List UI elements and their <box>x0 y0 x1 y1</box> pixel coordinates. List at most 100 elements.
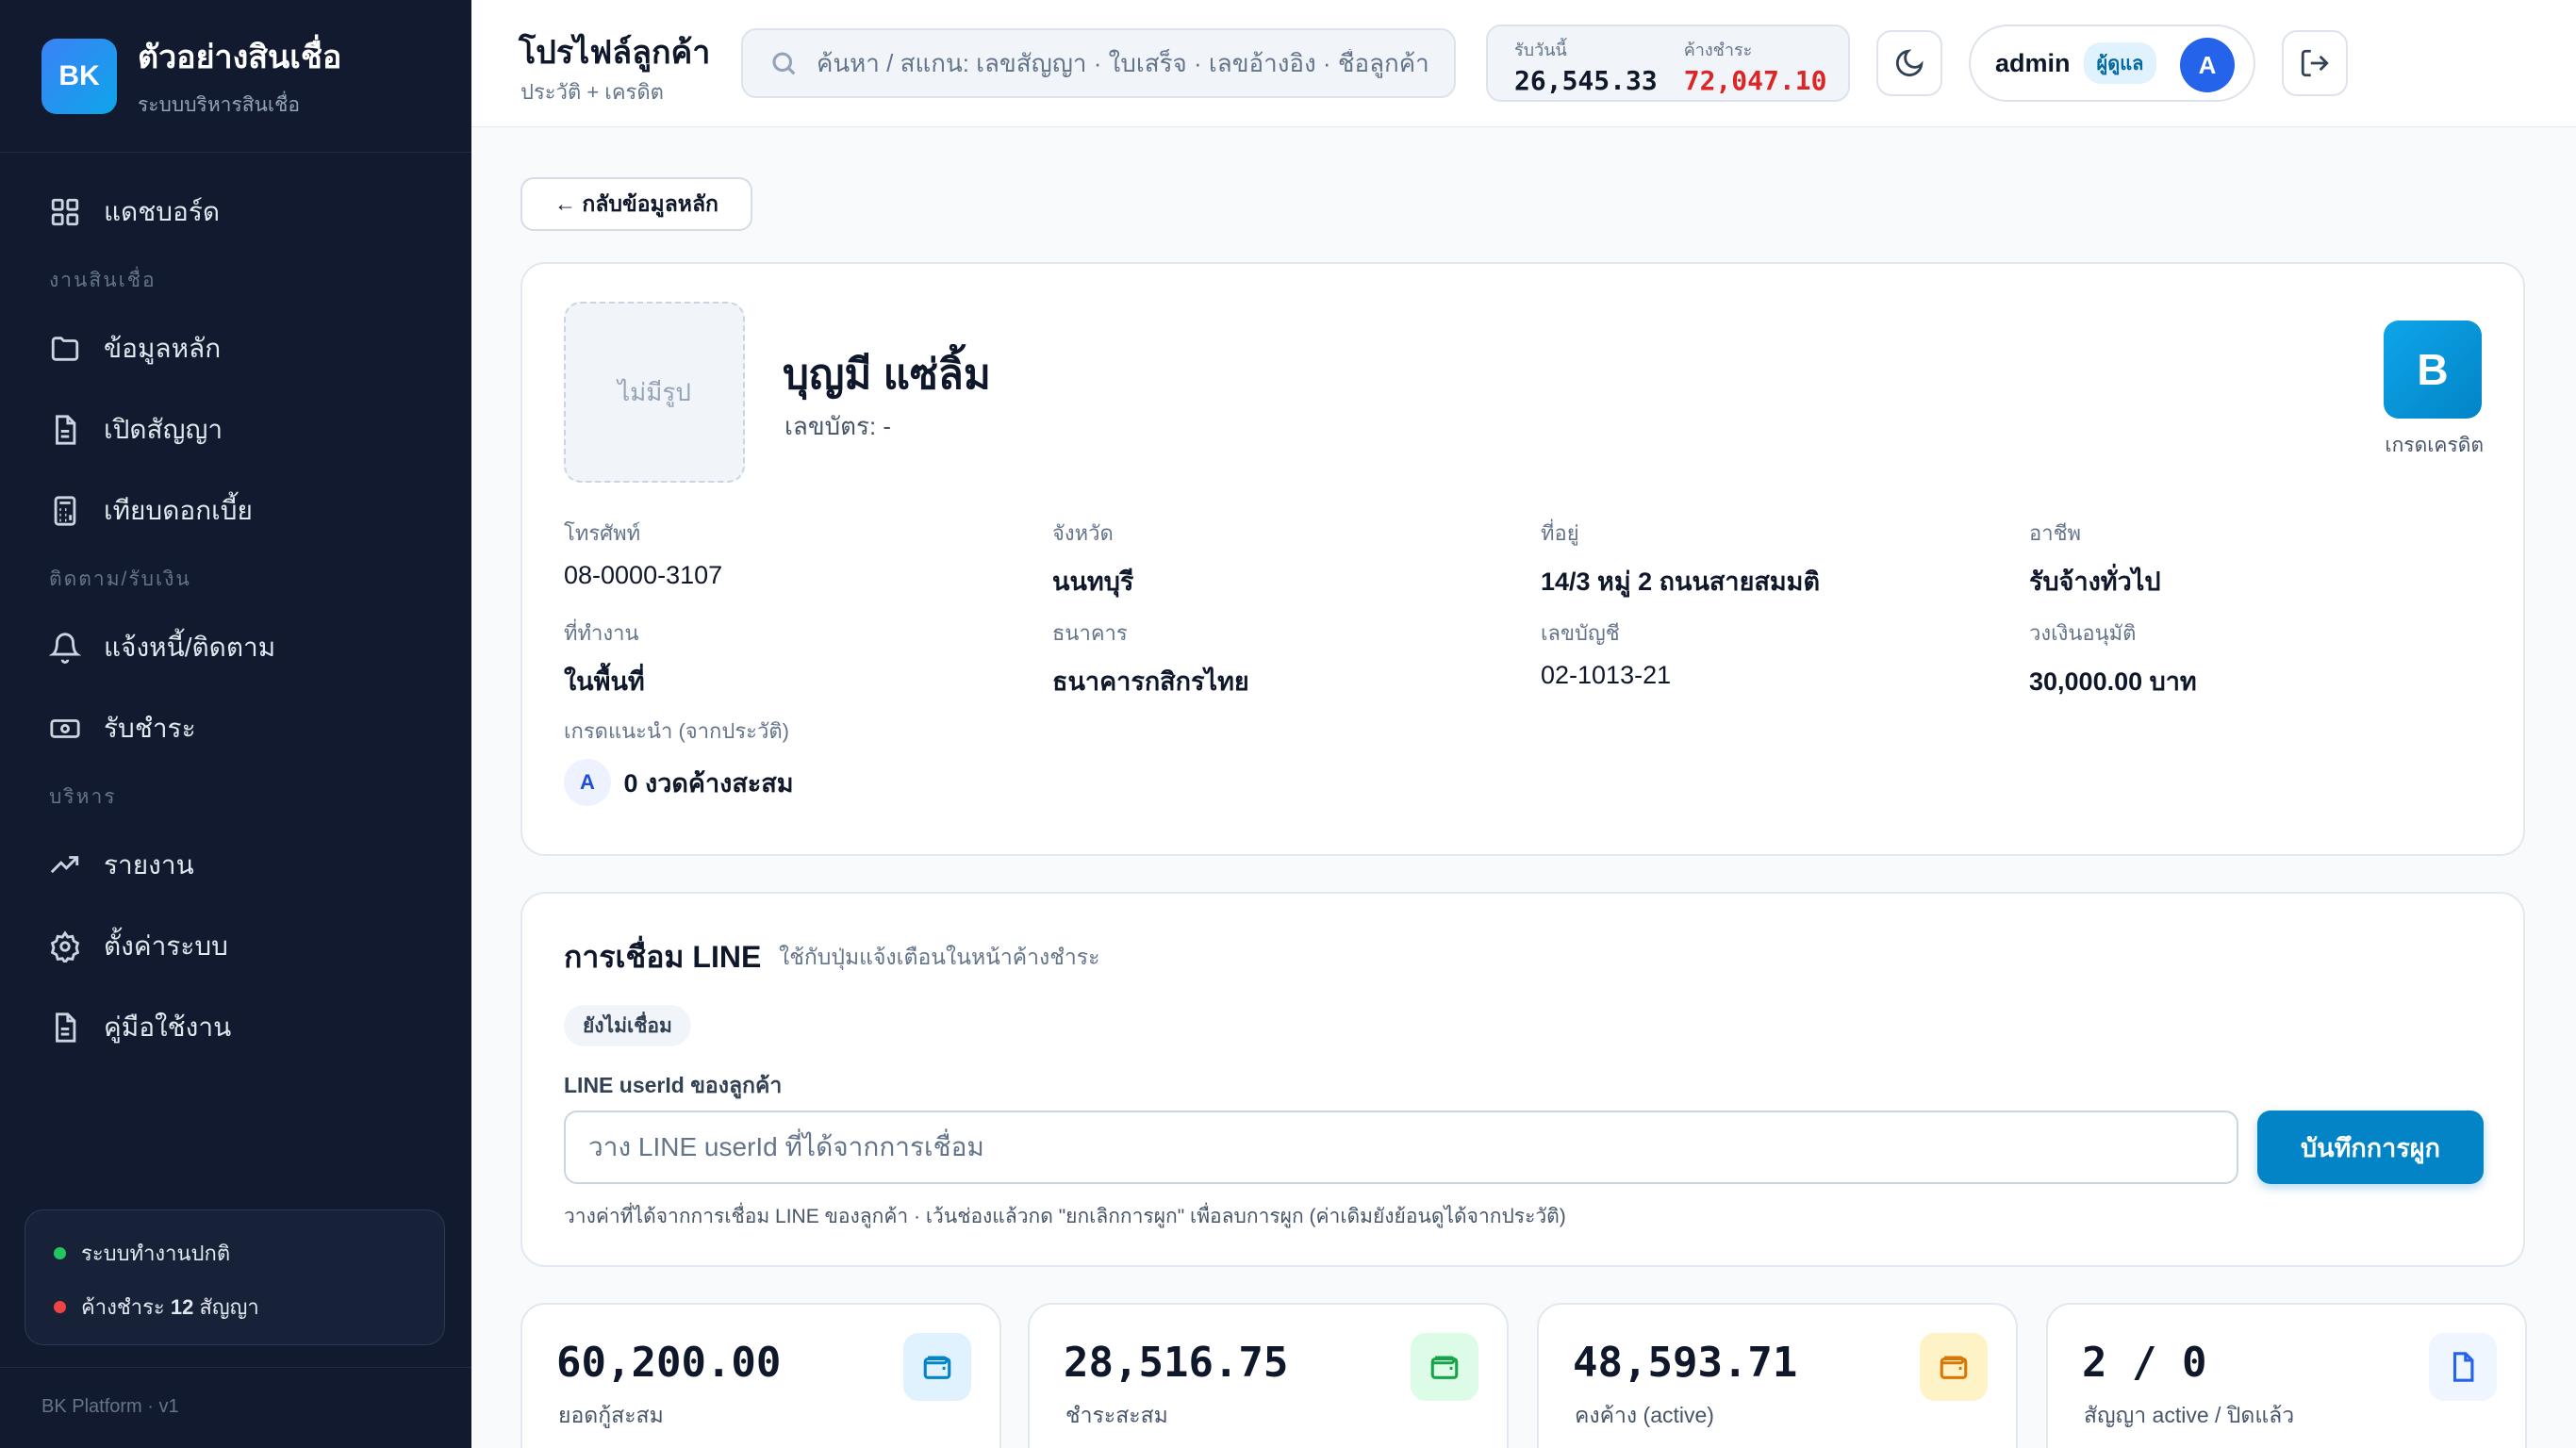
line-card-subtitle: ใช้กับปุ่มแจ้งเตือนในหน้าค้างชำระ <box>779 945 1100 969</box>
overdue-count: 12 <box>170 1294 194 1319</box>
sidebar-item-label: เปิดสัญญา <box>104 415 223 444</box>
sidebar-item-label: ตั้งค่าระบบ <box>104 931 228 961</box>
field-value: 14/3 หมู่ 2 ถนนสายสมมติ <box>1541 568 1820 596</box>
search-input[interactable] <box>817 48 1439 78</box>
status-dot-green <box>54 1247 66 1259</box>
recommended-grade-badge: A <box>564 759 611 806</box>
sidebar-item-settings[interactable]: ตั้งค่าระบบ <box>0 918 471 975</box>
field-value: 02-1013-21 <box>1541 661 1672 689</box>
brand-title: ตัวอย่างสินเชื่อ <box>138 40 342 75</box>
back-to-master-button[interactable]: ← กลับข้อมูลหลัก <box>520 177 752 231</box>
stat-value: 28,516.75 <box>1064 1339 1289 1387</box>
sidebar-item-label: แจ้งหนี้/ติดตาม <box>104 633 276 662</box>
document-icon <box>56 415 76 445</box>
gear-icon <box>50 930 80 963</box>
field-value: รับจ้างทั่วไป <box>2029 568 2161 596</box>
user-menu[interactable]: admin ผู้ดูแล A <box>1969 25 2255 102</box>
brand-subtitle: ระบบบริหารสินเชื่อ <box>138 94 300 116</box>
theme-toggle-button[interactable] <box>1876 30 1942 96</box>
line-help-text: วางค่าที่ได้จากการเชื่อม LINE ของลูกค้า … <box>564 1206 1566 1227</box>
line-status-badge: ยังไม่เชื่อม <box>564 1005 691 1046</box>
recommended-grade-label: เกรดแนะนำ (จากประวัติ) <box>564 719 789 743</box>
sidebar-item-receive[interactable]: รับชำระ <box>0 700 471 757</box>
field-address: ที่อยู่ 14/3 หมู่ 2 ถนนสายสมมติ <box>1541 517 1820 601</box>
field-province: จังหวัด นนทบุรี <box>1052 517 1133 601</box>
role-badge: ผู้ดูแล <box>2083 42 2157 84</box>
field-value: ธนาคารกสิกรไทย <box>1052 667 1249 696</box>
stat-card-total-loan: 60,200.00 ยอดกู้สะสม <box>520 1303 1001 1448</box>
line-userid-input[interactable] <box>564 1111 2238 1184</box>
bell-icon <box>49 633 81 664</box>
stat-label: สัญญา active / ปิดแล้ว <box>2084 1403 2295 1427</box>
status-dot-red <box>54 1301 66 1313</box>
stat-icon-box <box>1920 1333 1988 1401</box>
top-header: โปรไฟล์ลูกค้า ประวัติ + เครดิต รับวันนี้… <box>471 0 2576 127</box>
field-account-number: เลขบัญชี 02-1013-21 <box>1541 617 1671 690</box>
wallet-icon <box>1940 1356 1968 1379</box>
save-line-link-button[interactable]: บันทึกการผูก <box>2257 1111 2484 1184</box>
money-summary: รับวันนี้ 26,545.33 ค้างชำระ 72,047.10 <box>1486 25 1850 102</box>
recommended-grade: เกรดแนะนำ (จากประวัติ) A 0 งวดค้างสะสม <box>564 715 794 806</box>
field-label: อาชีพ <box>2029 521 2081 545</box>
customer-name: บุญมี แซ่ลิ้ม <box>783 352 991 398</box>
trending-up-icon <box>50 856 79 874</box>
sidebar-item-open-contract[interactable]: เปิดสัญญา <box>0 402 471 458</box>
customer-id-card: เลขบัตร: - <box>784 412 892 440</box>
system-status-box: ระบบทำงานปกติ ค้างชำระ 12 สัญญา <box>25 1209 445 1345</box>
sidebar-item-dashboard[interactable]: แดชบอร์ด <box>0 184 471 240</box>
field-label: เลขบัญชี <box>1541 621 1620 645</box>
field-label: ที่อยู่ <box>1541 521 1579 545</box>
calculator-icon <box>54 496 76 526</box>
wallet-icon <box>1430 1356 1459 1379</box>
field-label: ธนาคาร <box>1052 621 1128 645</box>
nav-section-admin: บริหาร <box>49 786 117 808</box>
received-today-label: รับวันนี้ <box>1514 41 1567 59</box>
sidebar-item-compare-interest[interactable]: เทียบดอกเบี้ย <box>0 483 471 539</box>
stat-label: คงค้าง (active) <box>1575 1403 1714 1427</box>
cash-icon <box>50 719 80 738</box>
overdue-value: 72,047.10 <box>1683 65 1827 96</box>
system-ok-line: ระบบทำงานปกติ <box>54 1237 416 1270</box>
field-label: จังหวัด <box>1052 521 1114 545</box>
sidebar-item-notify[interactable]: แจ้งหนี้/ติดตาม <box>0 619 471 676</box>
customer-photo-placeholder[interactable]: ไม่มีรูป <box>564 302 745 483</box>
nav-section-loans: งานสินเชื่อ <box>49 270 157 291</box>
page-subtitle: ประวัติ + เครดิต <box>520 80 664 104</box>
field-value: ในพื้นที่ <box>564 667 645 696</box>
sidebar-item-manual[interactable]: คู่มือใช้งาน <box>0 999 471 1056</box>
stat-value: 48,593.71 <box>1573 1339 1798 1387</box>
credit-grade-label: เกรดเครดิต <box>2385 435 2484 456</box>
field-phone: โทรศัพท์ 08-0000-3107 <box>564 517 722 590</box>
avatar: A <box>2180 38 2235 92</box>
stat-icon-box <box>1411 1333 1478 1401</box>
sidebar-nav: แดชบอร์ด งานสินเชื่อ ข้อมูลหลัก เปิดสัญญ… <box>0 184 471 1080</box>
page-title: โปรไฟล์ลูกค้า <box>519 35 711 71</box>
sidebar-item-master[interactable]: ข้อมูลหลัก <box>0 321 471 377</box>
field-value: นนทบุรี <box>1052 568 1134 596</box>
stat-label: ยอดกู้สะสม <box>558 1403 664 1427</box>
stat-value: 2 / 0 <box>2082 1339 2207 1387</box>
search-box[interactable] <box>741 28 1456 98</box>
sidebar-item-label: รับชำระ <box>104 714 196 743</box>
overdue-suffix: สัญญา <box>199 1295 259 1319</box>
logout-icon <box>2301 49 2329 77</box>
stat-card-contracts: 2 / 0 สัญญา active / ปิดแล้ว <box>2046 1303 2527 1448</box>
wallet-icon <box>923 1356 951 1379</box>
document-icon <box>56 1012 76 1043</box>
line-card-title: การเชื่อม LINE <box>564 940 762 974</box>
received-today-value: 26,545.33 <box>1514 65 1658 96</box>
customer-profile-card: ไม่มีรูป บุญมี แซ่ลิ้ม เลขบัตร: - B เกรด… <box>520 262 2525 856</box>
field-value: 30,000.00 บาท <box>2029 667 2197 696</box>
field-credit-limit: วงเงินอนุมัติ 30,000.00 บาท <box>2029 617 2197 701</box>
field-label: วงเงินอนุมัติ <box>2029 621 2137 645</box>
sidebar-item-label: คู่มือใช้งาน <box>104 1012 232 1042</box>
user-name: admin <box>1995 48 2071 77</box>
brand-logo: BK <box>41 38 117 114</box>
logout-button[interactable] <box>2282 30 2348 96</box>
line-userid-label: LINE userId ของลูกค้า <box>564 1073 783 1097</box>
search-icon <box>772 52 796 75</box>
stat-value: 60,200.00 <box>556 1339 782 1387</box>
moon-icon <box>1895 49 1924 77</box>
sidebar-item-reports[interactable]: รายงาน <box>0 837 471 894</box>
recommended-grade-text: 0 งวดค้างสะสม <box>623 768 794 798</box>
